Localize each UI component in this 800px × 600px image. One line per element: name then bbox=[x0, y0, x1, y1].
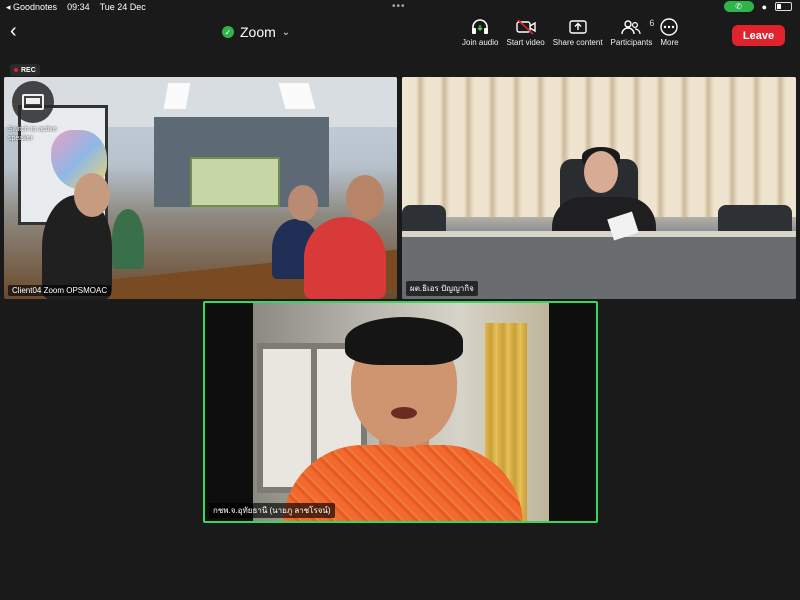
chevron-down-icon: ⌄ bbox=[281, 26, 291, 38]
room-banner bbox=[190, 157, 280, 207]
more-label: More bbox=[660, 38, 679, 47]
meeting-title[interactable]: ✓ Zoom ⌄ bbox=[222, 24, 290, 40]
speaker-video bbox=[253, 303, 549, 521]
recording-dot-icon bbox=[14, 68, 18, 72]
attendee-head bbox=[74, 173, 110, 217]
headphones-icon bbox=[471, 16, 489, 38]
leave-button[interactable]: Leave bbox=[732, 25, 785, 46]
battery-icon bbox=[775, 2, 792, 11]
participant-name-label: กชพ.จ.อุทัยธานี (นายภู ลาชโรจน์) bbox=[209, 503, 335, 518]
participants-label: Participants bbox=[610, 38, 653, 47]
switch-to-active-speaker-button[interactable] bbox=[12, 81, 54, 123]
meeting-background bbox=[0, 540, 800, 600]
multitask-dots[interactable]: ••• bbox=[392, 1, 406, 12]
wifi-icon: ● bbox=[761, 1, 767, 12]
back-chevron-icon[interactable]: ‹ bbox=[10, 20, 17, 43]
share-icon bbox=[568, 16, 587, 38]
speaker-hair bbox=[345, 317, 463, 365]
call-indicator[interactable]: ✆ bbox=[723, 1, 754, 12]
speaker-mouth bbox=[391, 407, 417, 419]
participant-head bbox=[584, 151, 618, 193]
participant-name-label: Client04 Zoom OPSMOAC bbox=[8, 285, 112, 296]
active-speaker-icon bbox=[22, 94, 44, 110]
status-bar: ◂ Goodnotes 09:34 Tue 24 Dec ••• ✆ ● bbox=[0, 0, 800, 14]
video-off-icon bbox=[515, 16, 536, 38]
shield-check-icon: ✓ bbox=[222, 26, 234, 38]
share-content-label: Share content bbox=[552, 38, 603, 47]
attendee-head bbox=[346, 175, 384, 221]
attendee bbox=[304, 217, 386, 299]
participants-count-badge: 6 bbox=[649, 18, 655, 28]
more-icon bbox=[660, 16, 679, 38]
video-tile-client04[interactable]: Switch to active speaker Client04 Zoom O… bbox=[4, 77, 397, 299]
recording-indicator: REC bbox=[10, 64, 40, 76]
join-audio-button[interactable]: Join audio bbox=[458, 16, 502, 47]
join-audio-label: Join audio bbox=[462, 38, 499, 47]
meeting-top-bar: ‹ ✓ Zoom ⌄ Join audio Start video Share … bbox=[0, 14, 800, 60]
status-date: Tue 24 Dec bbox=[99, 2, 146, 12]
recording-label: REC bbox=[21, 66, 36, 74]
phone-icon: ✆ bbox=[735, 2, 742, 11]
participants-button[interactable]: 6 Participants bbox=[607, 16, 657, 47]
meeting-toolbar: Join audio Start video Share content 6 P… bbox=[458, 16, 683, 47]
switch-to-active-speaker-label: Switch to active speaker bbox=[8, 126, 57, 142]
ceiling-light bbox=[163, 83, 191, 109]
back-to-app-link[interactable]: ◂ Goodnotes bbox=[6, 2, 57, 13]
start-video-button[interactable]: Start video bbox=[502, 16, 548, 47]
participants-icon bbox=[621, 16, 642, 38]
video-tile-active-speaker[interactable]: กชพ.จ.อุทัยธานี (นายภู ลาชโรจน์) bbox=[203, 301, 598, 523]
attendee bbox=[112, 209, 144, 269]
video-tile-official[interactable]: ผต.ธิเอร ปัญญากิจ bbox=[402, 77, 796, 299]
start-video-label: Start video bbox=[506, 38, 545, 47]
share-content-button[interactable]: Share content bbox=[549, 16, 607, 47]
more-button[interactable]: More bbox=[656, 16, 682, 47]
meeting-title-label: Zoom bbox=[240, 24, 276, 40]
status-time: 09:34 bbox=[67, 2, 90, 12]
attendee-head bbox=[288, 185, 318, 221]
participant-name-label: ผต.ธิเอร ปัญญากิจ bbox=[406, 281, 478, 296]
